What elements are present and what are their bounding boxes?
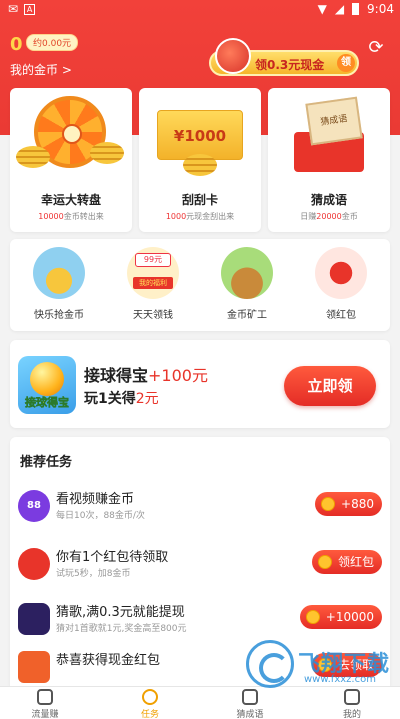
coin-value-badge: 约0.00元 [26,34,79,51]
camera-icon [37,689,53,705]
card-title: 猜成语 [310,193,347,207]
red-packet-item[interactable]: 领红包 [296,247,386,329]
task-name: 猜歌,满0.3元就能提现 [56,605,185,620]
coin-icon [321,497,336,511]
watermark-logo-icon [246,640,294,688]
item-label: 金币矿工 [227,310,267,321]
section-title: 推荐任务 [20,455,73,470]
task-row[interactable]: 88 看视频赚金币 每日10次，88金币/次 +880 [10,482,390,534]
idiom-guess-card[interactable]: 猜成语 猜成语 日赚20000金币 [268,88,390,232]
task-name: 看视频赚金币 [56,492,135,507]
watermark-url: www.fxxz.com [304,674,376,685]
ball-game-icon: 接球得宝 [18,356,76,414]
task-desc: 猜对1首歌就1元,奖金高至800元 [56,624,187,634]
music-icon [18,603,50,635]
grab-coins-item[interactable]: 快乐抢金币 [14,247,104,329]
status-bar: ✉ A ▼ ◢ 9:04 [0,0,400,18]
card-title: 刮刮卡 [181,193,218,207]
red-packet-icon [315,247,367,299]
refresh-icon[interactable]: ⟳ [366,38,386,58]
video-icon: 88 [18,490,50,522]
task-desc: 每日10次，88金币/次 [56,511,145,521]
quick-actions: 快乐抢金币 99元 我的福利 天天领钱 金币矿工 领红包 [10,239,390,331]
gift-box-icon: 99元 我的福利 [127,247,179,299]
coins-icon [90,142,124,164]
battery-icon [352,3,360,15]
item-label: 天天领钱 [133,310,173,321]
cash-banner[interactable]: 领0.3元现金 领 [209,38,359,76]
card-subtitle: 10000金币转出来 [38,212,104,221]
task-icon [142,689,158,705]
watermark: 飞翔下载 www.fxxz.com [240,638,400,694]
banner-tag: 领 [337,54,355,72]
task-button[interactable]: +10000 [299,605,382,629]
coin-miner-item[interactable]: 金币矿工 [202,247,292,329]
banner-text: 领0.3元现金 [255,58,325,72]
claim-now-button[interactable]: 立即领 [284,366,376,406]
tab-traffic[interactable]: 流量赚 [5,689,85,719]
card-subtitle: 1000元现金刮出来 [165,212,235,221]
task-button[interactable]: 领红包 [311,550,382,574]
my-coins-link[interactable]: 我的金币 > [10,61,72,78]
signal-icon: ◢ [334,2,345,16]
tab-tasks[interactable]: 任务 [110,689,190,719]
task-desc: 试玩5秒，加8金币 [56,569,131,579]
app-notification-icon: A [24,3,36,15]
cash-packet-icon [18,651,50,683]
game-subtitle: 玩1关得2元 [84,391,159,407]
task-button[interactable]: +880 [315,492,382,516]
daily-money-item[interactable]: 99元 我的福利 天天领钱 [108,247,198,329]
coin-icon [317,555,332,569]
price-badge: 99元 [135,253,171,267]
wifi-icon: ▼ [317,2,327,16]
lucky-wheel-card[interactable]: 幸运大转盘 10000金币转出来 [10,88,132,232]
item-label: 快乐抢金币 [34,310,84,321]
task-row[interactable]: 你有1个红包待领取 试玩5秒，加8金币 领红包 [10,540,390,592]
coins-icon [16,146,50,168]
grab-coins-icon [33,247,85,299]
coin-balance: 0 [10,34,23,55]
coin-icon [305,610,320,624]
scratch-card-card[interactable]: ¥1000 刮刮卡 1000元现金刮出来 [139,88,261,232]
game-title: 接球得宝+100元 [84,366,208,385]
game-promo-card[interactable]: 接球得宝 接球得宝+100元 玩1关得2元 立即领 [10,340,390,428]
miner-icon [221,247,273,299]
scratch-ticket-icon: ¥1000 [157,110,243,160]
card-subtitle: 日赚20000金币 [300,212,358,221]
status-time: 9:04 [367,2,394,16]
welfare-badge: 我的福利 [133,277,173,289]
item-label: 领红包 [326,310,356,321]
card-title: 幸运大转盘 [40,193,101,207]
notification-icon: ✉ [8,2,19,16]
red-packet-icon [18,548,50,580]
idiom-paper-icon: 猜成语 [305,96,363,146]
task-name: 你有1个红包待领取 [56,550,169,565]
task-name: 恭喜获得现金红包 [56,653,161,668]
mascot-icon [215,38,251,74]
coins-icon [183,154,217,176]
